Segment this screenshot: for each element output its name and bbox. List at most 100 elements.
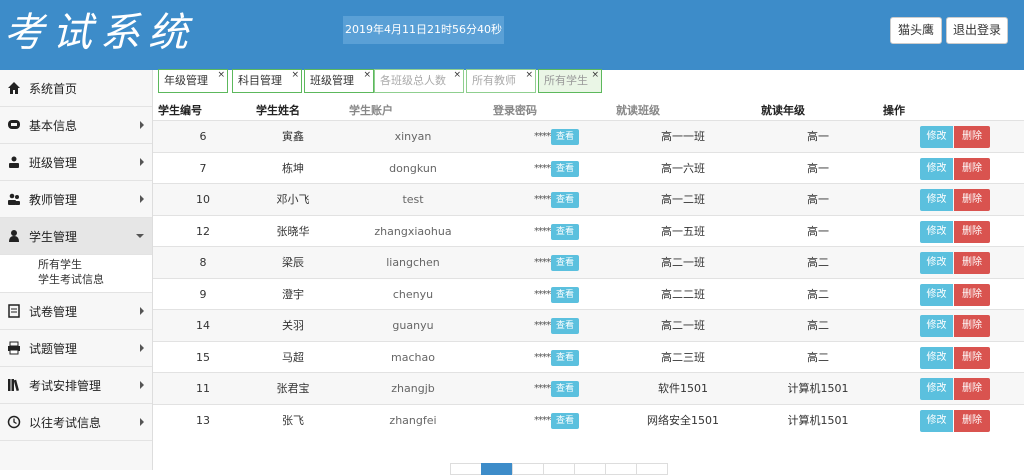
view-password-button[interactable]: 查看 [551, 129, 579, 145]
tab-subject-management[interactable]: 科目管理 × [232, 69, 302, 93]
student-grade: 高一 [807, 130, 829, 143]
close-icon[interactable]: × [217, 64, 225, 86]
view-password-button[interactable]: 查看 [551, 318, 579, 334]
student-id: 7 [199, 161, 207, 175]
pagination-page[interactable] [574, 463, 606, 475]
sidebar-item-student-management[interactable]: 学生管理 [0, 218, 152, 255]
edit-button[interactable]: 修改 [920, 409, 953, 432]
column-header: 学生姓名 [256, 104, 300, 117]
student-class: 高一二班 [661, 193, 705, 206]
sidebar-item-teacher-management[interactable]: 教师管理 [0, 181, 152, 218]
student-class: 高一六班 [661, 161, 705, 175]
sidebar-item-past-exams[interactable]: 以往考试信息 [0, 404, 152, 441]
sidebar-item-label: 学生管理 [29, 229, 78, 244]
group-icon [6, 154, 22, 170]
edit-button[interactable]: 修改 [920, 126, 953, 148]
close-icon[interactable]: × [363, 64, 371, 86]
student-account: machao [391, 350, 435, 364]
student-name: 邓小飞 [276, 193, 310, 206]
document-icon [6, 303, 22, 319]
student-id: 6 [199, 130, 207, 143]
sidebar-item-paper-management[interactable]: 试卷管理 [0, 293, 152, 330]
sidebar-item-label: 考试安排管理 [29, 378, 102, 393]
current-datetime: 2019年4月11日21时56分40秒 [343, 16, 504, 44]
delete-button[interactable]: 删除 [954, 189, 990, 211]
submenu-student-exam-info[interactable]: 学生考试信息 [38, 272, 152, 287]
edit-button[interactable]: 修改 [920, 220, 953, 243]
view-password-button[interactable]: 查看 [551, 412, 579, 429]
delete-button[interactable]: 删除 [954, 252, 990, 274]
sidebar: 系统首页 基本信息 班级管理 教师管理 学生管理 所有学生 学生考试信息 试卷管… [0, 70, 153, 470]
table-row: 11 张君宝 zhangjb ****** 查看 软件1501 计算机1501 … [153, 372, 1024, 404]
student-id: 11 [196, 382, 210, 395]
edit-button[interactable]: 修改 [920, 189, 953, 211]
view-password-button[interactable]: 查看 [551, 223, 579, 240]
delete-button[interactable]: 删除 [954, 378, 990, 400]
view-password-button[interactable]: 查看 [551, 286, 579, 303]
student-account: zhangxiaohua [374, 224, 452, 238]
tab-all-students[interactable]: 所有学生 × [538, 69, 602, 93]
student-grade: 高二 [807, 256, 829, 269]
student-table-body: 6 寅鑫 xinyan ****** 查看 高一一班 高一 修改 删除 7 栋坤… [153, 120, 1024, 435]
pagination-page[interactable] [481, 463, 513, 475]
sidebar-item-label: 系统首页 [29, 81, 78, 96]
tab-grade-management[interactable]: 年级管理 × [158, 69, 228, 93]
edit-button[interactable]: 修改 [920, 378, 953, 400]
edit-button[interactable]: 修改 [920, 157, 953, 180]
tab-all-teachers[interactable]: 所有教师 × [466, 69, 536, 93]
close-icon[interactable]: × [291, 64, 299, 86]
logout-button[interactable]: 退出登录 [946, 17, 1008, 44]
delete-button[interactable]: 删除 [954, 346, 990, 369]
tab-label: 所有教师 [472, 74, 516, 87]
sidebar-item-label: 基本信息 [29, 118, 78, 133]
delete-button[interactable]: 删除 [954, 126, 990, 148]
view-password-button[interactable]: 查看 [551, 255, 579, 271]
delete-button[interactable]: 删除 [954, 157, 990, 180]
view-password-button[interactable]: 查看 [551, 160, 579, 177]
table-row: 15 马超 machao ****** 查看 高二三班 高二 修改 删除 [153, 340, 1024, 373]
student-grade: 高二 [807, 350, 829, 364]
sidebar-item-question-management[interactable]: 试题管理 [0, 330, 152, 367]
table-row: 8 梁辰 liangchen ****** 查看 高二一班 高二 修改 删除 [153, 246, 1024, 278]
user-button[interactable]: 猫头鹰 [890, 17, 942, 44]
student-id: 12 [196, 224, 210, 238]
edit-button[interactable]: 修改 [920, 283, 953, 306]
student-name: 澄宇 [282, 287, 304, 301]
edit-button[interactable]: 修改 [920, 252, 953, 274]
delete-button[interactable]: 删除 [954, 315, 990, 337]
student-class: 软件1501 [658, 382, 708, 395]
table-row: 7 栋坤 dongkun ****** 查看 高一六班 高一 修改 删除 [153, 151, 1024, 184]
pagination-page[interactable] [543, 463, 575, 475]
view-password-button[interactable]: 查看 [551, 349, 579, 366]
sidebar-item-exam-schedule[interactable]: 考试安排管理 [0, 367, 152, 404]
close-icon[interactable]: × [591, 64, 599, 86]
chevron-right-icon [140, 381, 144, 389]
delete-button[interactable]: 删除 [954, 283, 990, 306]
student-name: 寅鑫 [282, 130, 304, 143]
close-icon[interactable]: × [453, 64, 461, 86]
sidebar-item-class-management[interactable]: 班级管理 [0, 144, 152, 181]
sidebar-item-basic-info[interactable]: 基本信息 [0, 107, 152, 144]
pagination-next[interactable] [636, 463, 668, 475]
tab-label: 班级管理 [310, 74, 354, 87]
edit-button[interactable]: 修改 [920, 346, 953, 369]
pagination-prev[interactable] [450, 463, 482, 475]
delete-button[interactable]: 删除 [954, 220, 990, 243]
sidebar-item-home[interactable]: 系统首页 [0, 70, 152, 107]
column-header: 操作 [883, 104, 905, 117]
view-password-button[interactable]: 查看 [551, 381, 579, 397]
submenu-all-students[interactable]: 所有学生 [38, 257, 152, 272]
pagination-page[interactable] [605, 463, 637, 475]
chevron-right-icon [140, 307, 144, 315]
pagination-page[interactable] [512, 463, 544, 475]
edit-button[interactable]: 修改 [920, 315, 953, 337]
tab-class-headcount[interactable]: 各班级总人数 × [374, 69, 464, 93]
tab-label: 各班级总人数 [380, 74, 446, 87]
tab-class-management[interactable]: 班级管理 × [304, 69, 374, 93]
close-icon[interactable]: × [525, 64, 533, 86]
view-password-button[interactable]: 查看 [551, 192, 579, 208]
chevron-right-icon [140, 195, 144, 203]
delete-button[interactable]: 删除 [954, 409, 990, 432]
student-name: 张飞 [282, 413, 304, 427]
student-class: 高二一班 [661, 319, 705, 332]
